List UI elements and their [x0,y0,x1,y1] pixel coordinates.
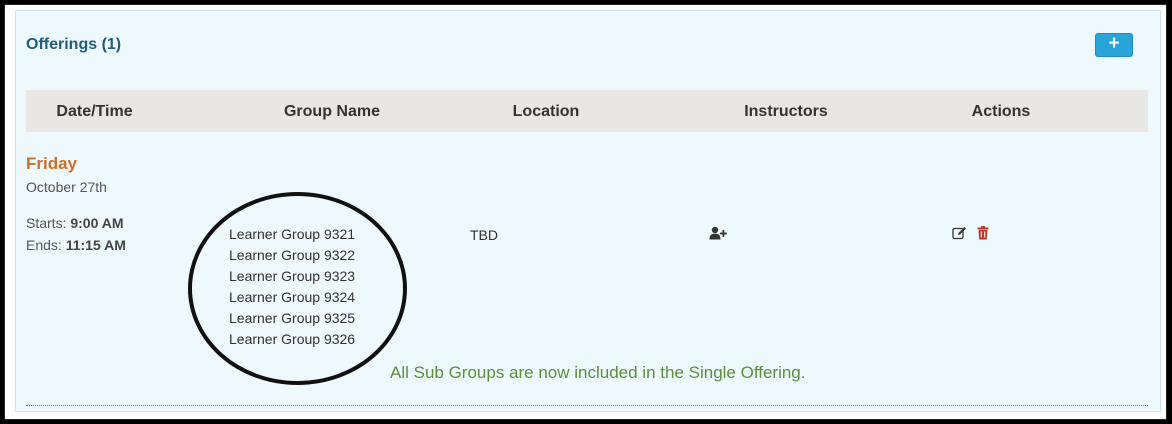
offering-date: October 27th [26,179,107,195]
offerings-title: Offerings (1) [26,36,122,53]
column-header-actions: Actions [971,103,1031,120]
row-divider [26,405,1148,406]
column-header-date-time[interactable]: Date/Time [26,90,163,132]
offering-end-time: Ends: 11:15 AM [26,237,126,253]
offerings-panel: Offerings (1) + Date/Time Group Name Loc… [15,10,1161,412]
annotation-circle [188,192,407,385]
ends-value: 11:15 AM [65,237,126,253]
offering-location: TBD [470,227,498,243]
starts-label: Starts: [26,215,67,231]
table-header: Date/Time Group Name Location Instructor… [26,90,1148,132]
ends-label: Ends: [26,237,62,253]
edit-icon[interactable] [952,226,967,245]
starts-value: 9:00 AM [70,215,124,231]
user-plus-icon[interactable] [709,226,727,245]
offering-day: Friday [26,154,78,173]
trash-icon[interactable] [977,226,989,245]
annotation-note: All Sub Groups are now included in the S… [390,363,806,382]
offering-start-time: Starts: 9:00 AM [26,215,124,231]
add-offering-button[interactable]: + [1095,33,1133,57]
column-header-location[interactable]: Location [476,90,616,132]
screenshot-frame: Offerings (1) + Date/Time Group Name Loc… [4,4,1167,420]
column-header-instructors[interactable]: Instructors [706,90,866,132]
column-header-group-name[interactable]: Group Name [232,90,432,132]
